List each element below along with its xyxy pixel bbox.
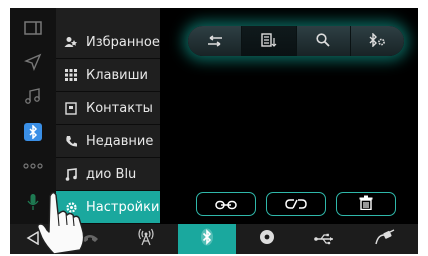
more-dots-icon[interactable] xyxy=(10,148,56,184)
aux-icon xyxy=(374,229,396,249)
menu-item-bt-audio[interactable]: дио Blu xyxy=(56,158,160,191)
rail-bluetooth-button[interactable] xyxy=(10,114,56,150)
menu-item-settings[interactable]: Настройки xyxy=(56,191,160,224)
bluetooth-tab-bar xyxy=(188,26,404,56)
bluetooth-panel xyxy=(160,8,418,224)
source-radio[interactable] xyxy=(122,224,170,254)
connect-icon xyxy=(215,195,237,214)
bluetooth-settings-icon xyxy=(368,31,386,51)
tab-transfer[interactable] xyxy=(188,26,243,56)
recent-calls-icon xyxy=(56,135,86,148)
bluetooth-icon xyxy=(200,228,214,250)
side-menu: Избранное Клавиши Контакты Недавние дио … xyxy=(56,8,160,224)
source-bluetooth[interactable] xyxy=(178,224,236,254)
menu-item-label: Настройки xyxy=(86,199,160,215)
music-icon[interactable] xyxy=(10,78,56,114)
back-icon xyxy=(26,230,40,249)
delete-icon xyxy=(359,195,373,214)
source-aux[interactable] xyxy=(358,224,412,254)
back-button[interactable] xyxy=(10,224,56,254)
menu-item-label: Избранное xyxy=(86,34,160,50)
navigation-arrow-icon[interactable] xyxy=(10,44,56,80)
source-disc[interactable] xyxy=(242,224,292,254)
device-list-icon xyxy=(261,32,277,51)
microphone-icon[interactable] xyxy=(10,184,56,220)
menu-item-keypad[interactable]: Клавиши xyxy=(56,59,160,92)
tab-device-list[interactable] xyxy=(242,26,297,56)
keypad-icon xyxy=(56,69,86,81)
disconnect-button[interactable] xyxy=(266,192,326,216)
left-rail xyxy=(10,8,56,224)
tab-search[interactable] xyxy=(297,26,351,56)
window-icon[interactable] xyxy=(10,10,56,46)
bottom-source-bar xyxy=(10,224,418,254)
menu-item-recent[interactable]: Недавние xyxy=(56,125,160,158)
radio-icon xyxy=(137,228,155,250)
source-phone[interactable] xyxy=(66,224,114,254)
menu-item-contacts[interactable]: Контакты xyxy=(56,92,160,125)
delete-button[interactable] xyxy=(336,192,396,216)
menu-item-label: дио Blu xyxy=(86,166,137,182)
transfer-icon xyxy=(206,32,224,51)
contacts-book-icon xyxy=(56,101,86,115)
source-usb[interactable] xyxy=(300,224,350,254)
menu-item-label: Недавние xyxy=(86,133,154,149)
phone-icon xyxy=(81,230,99,249)
search-icon xyxy=(316,32,330,51)
bluetooth-icon xyxy=(24,123,42,141)
gear-icon xyxy=(56,201,86,214)
tab-bluetooth-settings[interactable] xyxy=(351,26,404,56)
menu-item-favorites[interactable]: Избранное xyxy=(56,26,160,59)
usb-icon xyxy=(314,230,336,249)
menu-item-label: Контакты xyxy=(86,100,153,116)
head-unit-screen: Избранное Клавиши Контакты Недавние дио … xyxy=(10,8,418,254)
music-note-icon xyxy=(56,167,86,181)
connect-button[interactable] xyxy=(196,192,256,216)
disconnect-icon xyxy=(285,195,307,214)
disc-icon xyxy=(259,229,275,249)
menu-item-label: Клавиши xyxy=(86,67,148,83)
device-actions xyxy=(196,192,396,216)
favorite-contacts-icon xyxy=(56,36,86,48)
